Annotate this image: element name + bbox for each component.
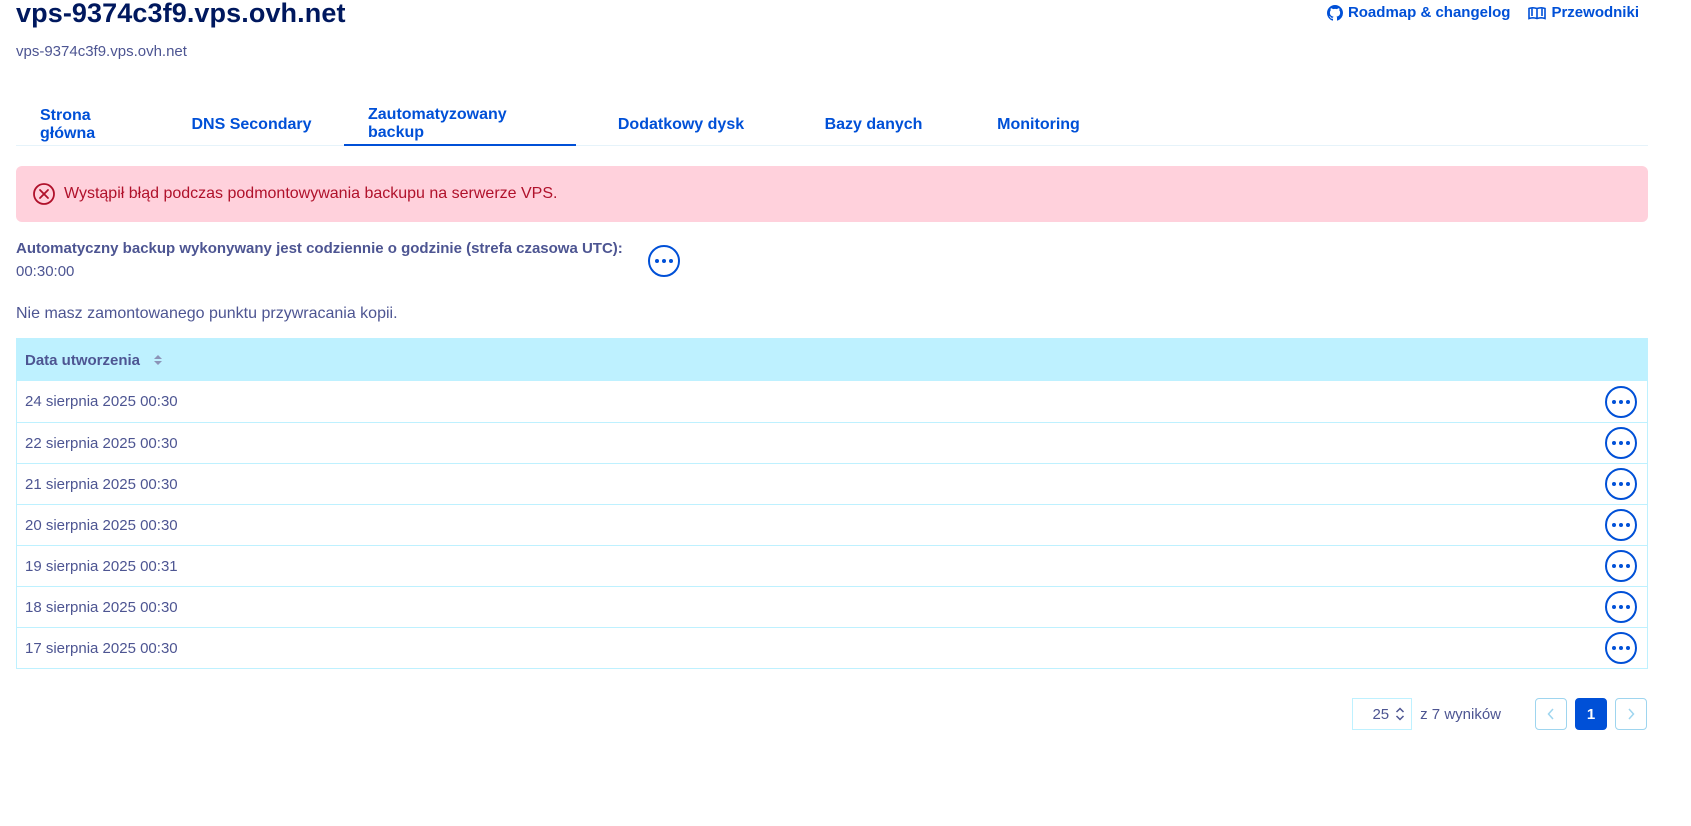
chevron-right-icon: [1628, 708, 1635, 720]
more-dots-icon: [1612, 441, 1630, 445]
row-actions-button[interactable]: [1605, 385, 1637, 418]
row-actions-button[interactable]: [1605, 550, 1637, 582]
row-actions-button[interactable]: [1605, 509, 1637, 541]
creation-date-cell: 19 sierpnia 2025 00:31: [25, 557, 178, 575]
roadmap-changelog-link[interactable]: Roadmap & changelog: [1326, 4, 1511, 21]
creation-date-cell: 24 sierpnia 2025 00:30: [25, 393, 178, 410]
row-actions-button[interactable]: [1605, 591, 1637, 623]
table-row: 21 sierpnia 2025 00:30: [17, 463, 1647, 504]
roadmap-changelog-label: Roadmap & changelog: [1347, 4, 1511, 21]
book-icon: [1528, 5, 1547, 21]
creation-date-cell: 22 sierpnia 2025 00:30: [25, 434, 178, 452]
per-page-select[interactable]: 25: [1352, 698, 1413, 730]
previous-page-button[interactable]: [1535, 698, 1567, 730]
table-row: 17 sierpnia 2025 00:30: [17, 627, 1647, 668]
tab-home[interactable]: Strona główna: [16, 104, 164, 146]
per-page-value: 25: [1372, 705, 1390, 723]
more-dots-icon: [1612, 646, 1630, 650]
backup-schedule: Automatyczny backup wykonywany jest codz…: [16, 240, 623, 280]
no-mount-message: Nie masz zamontowanego punktu przywracan…: [16, 305, 398, 322]
more-dots-icon: [655, 259, 673, 263]
tab-databases[interactable]: Bazy danych: [786, 104, 961, 146]
backup-table: Data utworzenia 24 sierpnia 2025 00:30 22…: [16, 338, 1648, 669]
creation-date-cell: 20 sierpnia 2025 00:30: [25, 516, 178, 534]
tab-monitoring[interactable]: Monitoring: [961, 104, 1116, 146]
row-actions-button[interactable]: [1605, 632, 1637, 664]
table-row: 24 sierpnia 2025 00:30: [17, 381, 1647, 422]
table-header: Data utworzenia: [17, 339, 1647, 381]
guides-label: Przewodniki: [1551, 4, 1639, 21]
chevron-left-icon: [1547, 708, 1554, 720]
chevron-updown-icon: [1396, 707, 1405, 721]
creation-date-cell: 21 sierpnia 2025 00:30: [25, 475, 178, 493]
row-actions-button[interactable]: [1605, 468, 1637, 500]
table-row: 18 sierpnia 2025 00:30: [17, 586, 1647, 627]
column-header-creation-date[interactable]: Data utworzenia: [25, 352, 140, 369]
guides-link[interactable]: Przewodniki: [1528, 4, 1639, 21]
backup-schedule-actions-button[interactable]: [648, 245, 680, 277]
results-count: z 7 wyników: [1420, 705, 1501, 723]
alert-message: Wystąpił błąd podczas podmontowywania ba…: [64, 185, 558, 202]
more-dots-icon: [1612, 399, 1630, 404]
page-subtitle: vps-9374c3f9.vps.ovh.net: [16, 43, 187, 60]
error-circle-icon: [33, 183, 55, 205]
tab-dns-secondary[interactable]: DNS Secondary: [164, 104, 339, 146]
backup-schedule-time: 00:30:00: [16, 263, 75, 280]
creation-date-cell: 18 sierpnia 2025 00:30: [25, 598, 178, 616]
tab-bar: Strona główna DNS Secondary Zautomatyzow…: [16, 104, 1648, 146]
more-dots-icon: [1612, 482, 1630, 486]
tab-automated-backup[interactable]: Zautomatyzowany backup: [344, 104, 576, 146]
github-icon: [1326, 4, 1343, 21]
next-page-button[interactable]: [1615, 698, 1647, 730]
more-dots-icon: [1612, 605, 1630, 609]
backup-schedule-label: Automatyczny backup wykonywany jest codz…: [16, 240, 623, 257]
sort-icon[interactable]: [154, 355, 163, 365]
table-row: 19 sierpnia 2025 00:31: [17, 545, 1647, 586]
pagination: 25 z 7 wyników 1: [1352, 698, 1647, 730]
error-alert: Wystąpił błąd podczas podmontowywania ba…: [16, 166, 1648, 222]
table-body: 24 sierpnia 2025 00:30 22 sierpnia 2025 0…: [17, 381, 1647, 668]
creation-date-cell: 17 sierpnia 2025 00:30: [25, 639, 178, 657]
table-row: 20 sierpnia 2025 00:30: [17, 504, 1647, 545]
table-row: 22 sierpnia 2025 00:30: [17, 422, 1647, 463]
header-links: Roadmap & changelog Przewodniki: [1326, 4, 1639, 21]
more-dots-icon: [1612, 523, 1630, 527]
page-button-current[interactable]: 1: [1575, 698, 1607, 730]
page-title: vps-9374c3f9.vps.ovh.net: [16, 0, 346, 28]
row-actions-button[interactable]: [1605, 427, 1637, 459]
more-dots-icon: [1612, 564, 1630, 568]
tab-additional-disk[interactable]: Dodatkowy dysk: [576, 104, 786, 146]
